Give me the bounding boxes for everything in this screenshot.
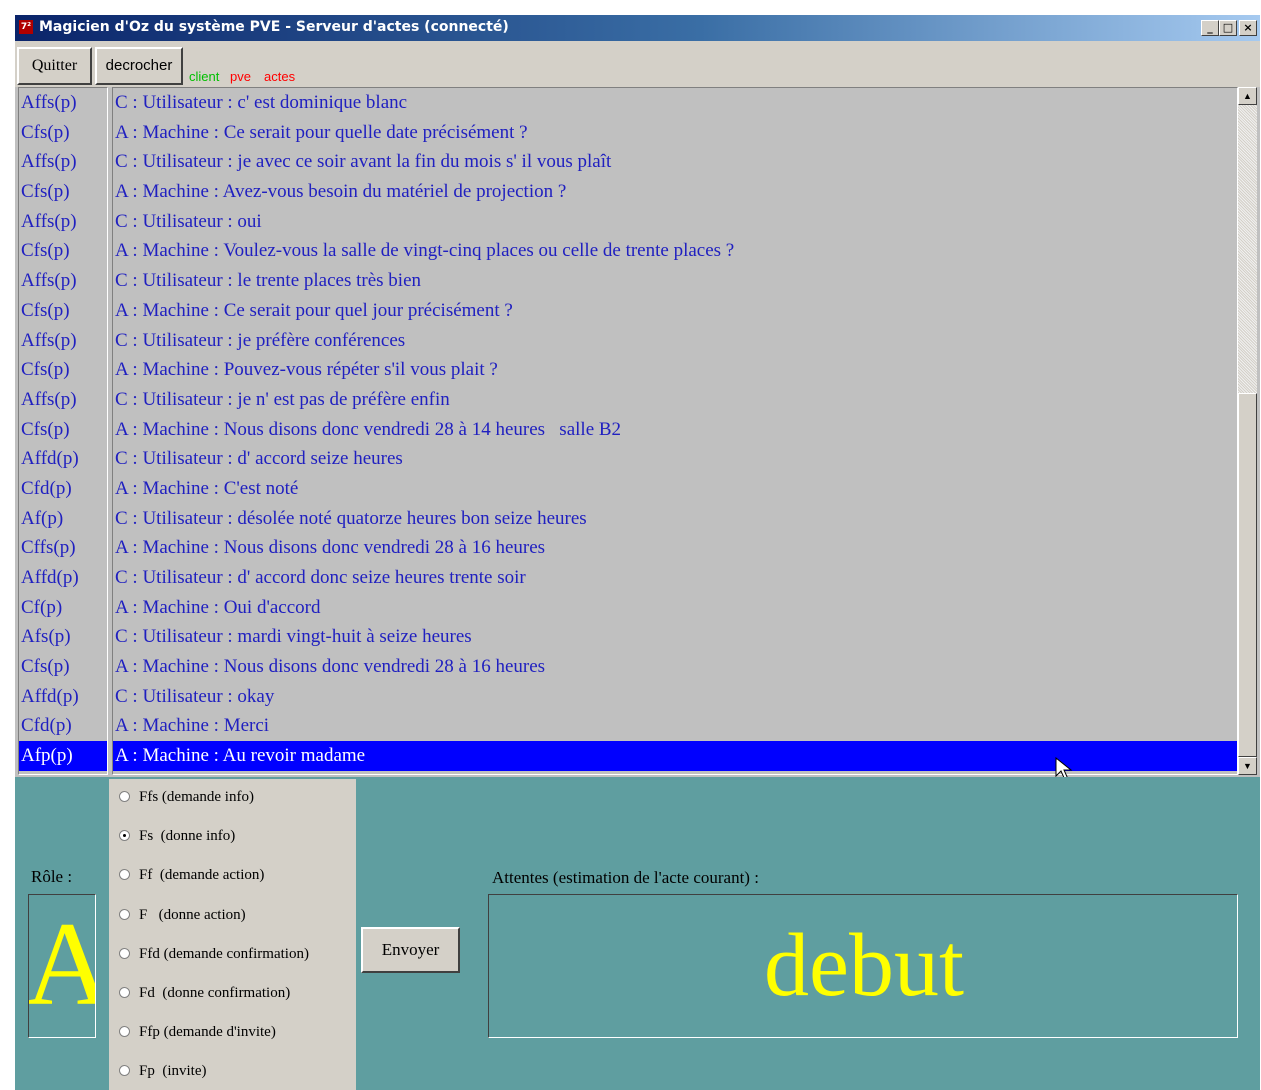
- app-window: 7² Magicien d'Oz du système PVE - Serveu…: [14, 14, 1260, 1090]
- dialogue-row[interactable]: A : Machine : Avez-vous besoin du matéri…: [113, 177, 1237, 207]
- dialogue-row[interactable]: C : Utilisateur : le trente places très …: [113, 266, 1237, 296]
- close-button[interactable]: ×: [1239, 20, 1257, 36]
- window-title: Magicien d'Oz du système PVE - Serveur d…: [39, 19, 509, 35]
- dialogue-list[interactable]: C : Utilisateur : c' est dominique blanc…: [112, 87, 1238, 775]
- dialogue-row[interactable]: C : Utilisateur : oui: [113, 207, 1237, 237]
- act-type-label: Fp (invite): [139, 1063, 207, 1080]
- scroll-down-arrow-icon[interactable]: ▼: [1238, 757, 1257, 775]
- dialogue-row[interactable]: A : Machine : Oui d'accord: [113, 593, 1237, 623]
- act-code-row[interactable]: Affs(p): [19, 88, 107, 118]
- act-code-list[interactable]: Affs(p) Cfs(p) Affs(p) Cfs(p) Affs(p) Cfs(p) A…: [18, 87, 108, 775]
- dialogue-row[interactable]: A : Machine : Nous disons donc vendredi …: [113, 415, 1237, 445]
- attentes-display: debut: [488, 894, 1238, 1038]
- act-type-option[interactable]: Fp (invite): [119, 1063, 207, 1087]
- status-actes: actes: [264, 69, 296, 84]
- act-type-label: Ffd (demande confirmation): [139, 945, 309, 962]
- radio-unchecked-icon[interactable]: [119, 987, 130, 998]
- act-code-row[interactable]: Cfs(p): [19, 652, 107, 682]
- act-list-area: Affs(p) Cfs(p) Affs(p) Cfs(p) Affs(p) Cfs(p) A…: [15, 87, 1260, 781]
- dialogue-row[interactable]: C : Utilisateur : je préfère conférences: [113, 326, 1237, 356]
- act-code-row[interactable]: Affd(p): [19, 682, 107, 712]
- dialogue-row[interactable]: A : Machine : Pouvez-vous répéter s'il v…: [113, 355, 1237, 385]
- act-code-row[interactable]: Cffs(p): [19, 533, 107, 563]
- role-label: Rôle :: [31, 867, 73, 886]
- act-code-row[interactable]: Cfd(p): [19, 711, 107, 741]
- act-type-label: Ff (demande action): [139, 867, 265, 884]
- decrocher-button[interactable]: decrocher: [95, 47, 183, 85]
- attentes-value: debut: [764, 916, 964, 1015]
- status-client: client: [189, 69, 220, 84]
- control-panel: Rôle : A Ffs (demande info) Fs (donne inf…: [15, 777, 1260, 1090]
- role-value: A: [29, 895, 95, 1037]
- act-type-option[interactable]: Fs (donne info): [119, 828, 235, 852]
- title-bar[interactable]: 7² Magicien d'Oz du système PVE - Serveu…: [15, 15, 1260, 41]
- act-code-row[interactable]: Cfs(p): [19, 296, 107, 326]
- app-icon: 7²: [19, 20, 33, 34]
- act-code-row[interactable]: Affs(p): [19, 385, 107, 415]
- radio-unchecked-icon[interactable]: [119, 1065, 130, 1077]
- quit-button[interactable]: Quitter: [17, 47, 92, 85]
- act-code-row[interactable]: Cfs(p): [19, 415, 107, 445]
- radio-unchecked-icon[interactable]: [119, 791, 130, 802]
- act-code-row[interactable]: Affs(p): [19, 147, 107, 177]
- dialogue-row[interactable]: A : Machine : Ce serait pour quel jour p…: [113, 296, 1237, 326]
- dialogue-row[interactable]: C : Utilisateur : c' est dominique blanc: [113, 88, 1237, 118]
- act-type-label: Fs (donne info): [139, 828, 236, 845]
- dialogue-row[interactable]: C : Utilisateur : je avec ce soir avant …: [113, 147, 1237, 177]
- act-code-row[interactable]: Af(p): [19, 504, 107, 534]
- dialogue-row[interactable]: A : Machine : Nous disons donc vendredi …: [113, 652, 1237, 682]
- minimize-button[interactable]: _: [1201, 20, 1219, 36]
- radio-unchecked-icon[interactable]: [119, 947, 130, 959]
- radio-checked-icon[interactable]: [119, 830, 130, 842]
- act-type-label: Ffs (demande info): [139, 789, 254, 805]
- act-code-row[interactable]: Cfs(p): [19, 355, 107, 385]
- dialogue-row[interactable]: C : Utilisateur : mardi vingt-huit à sei…: [113, 622, 1237, 652]
- act-code-row[interactable]: Afp(p): [19, 741, 107, 771]
- dialogue-row[interactable]: C : Utilisateur : d' accord seize heures: [113, 444, 1237, 474]
- act-code-row[interactable]: Affs(p): [19, 207, 107, 237]
- maximize-button[interactable]: □: [1219, 20, 1237, 36]
- act-code-row[interactable]: Cfs(p): [19, 177, 107, 207]
- status-pve: pve: [230, 69, 251, 84]
- act-code-row[interactable]: Affs(p): [19, 326, 107, 356]
- act-type-option[interactable]: Ff (demande action): [119, 867, 264, 891]
- act-code-row[interactable]: Afs(p): [19, 622, 107, 652]
- act-type-option[interactable]: Ffp (demande d'invite): [119, 1024, 276, 1048]
- act-code-row[interactable]: Cfs(p): [19, 118, 107, 148]
- dialogue-row[interactable]: C : Utilisateur : okay: [113, 682, 1237, 712]
- send-button[interactable]: Envoyer: [361, 927, 460, 973]
- role-display: A: [28, 894, 96, 1038]
- act-code-row[interactable]: Cf(p): [19, 593, 107, 623]
- scroll-up-arrow-icon[interactable]: ▲: [1238, 87, 1257, 105]
- dialogue-row[interactable]: A : Machine : C'est noté: [113, 474, 1237, 504]
- dialogue-row[interactable]: C : Utilisateur : je n' est pas de préfè…: [113, 385, 1237, 415]
- act-type-label: F (donne action): [139, 906, 246, 923]
- act-type-radio-group: Ffs (demande info) Fs (donne info) Ff (dem…: [109, 779, 356, 1090]
- act-type-label: Ffp (demande d'invite): [139, 1024, 276, 1041]
- scroll-thumb[interactable]: [1238, 393, 1257, 757]
- act-code-row[interactable]: Affd(p): [19, 563, 107, 593]
- act-type-option[interactable]: Fd (donne confirmation): [119, 985, 290, 1009]
- dialogue-row[interactable]: A : Machine : Merci: [113, 711, 1237, 741]
- dialogue-row[interactable]: A : Machine : Nous disons donc vendredi …: [113, 533, 1237, 563]
- act-type-option[interactable]: Ffd (demande confirmation): [119, 946, 309, 970]
- radio-unchecked-icon[interactable]: [119, 869, 130, 881]
- act-code-row[interactable]: Affs(p): [19, 266, 107, 296]
- act-type-option[interactable]: F (donne action): [119, 907, 246, 931]
- act-type-label: Fd (donne confirmation): [139, 985, 291, 1001]
- act-code-row[interactable]: Cfd(p): [19, 474, 107, 504]
- dialogue-row[interactable]: A : Machine : Voulez-vous la salle de vi…: [113, 236, 1237, 266]
- toolbar: Quitter decrocher client pve actes: [15, 41, 1260, 87]
- radio-unchecked-icon[interactable]: [119, 1026, 130, 1038]
- attentes-label: Attentes (estimation de l'acte courant) …: [492, 868, 759, 887]
- dialogue-row[interactable]: A : Machine : Ce serait pour quelle date…: [113, 118, 1237, 148]
- dialogue-row[interactable]: C : Utilisateur : d' accord donc seize h…: [113, 563, 1237, 593]
- act-code-row[interactable]: Cfs(p): [19, 236, 107, 266]
- act-code-row[interactable]: Affd(p): [19, 444, 107, 474]
- act-type-option[interactable]: Ffs (demande info): [119, 789, 254, 813]
- vertical-scrollbar[interactable]: ▲ ▼: [1238, 87, 1257, 775]
- radio-unchecked-icon[interactable]: [119, 908, 130, 920]
- dialogue-row[interactable]: C : Utilisateur : désolée noté quatorze …: [113, 504, 1237, 534]
